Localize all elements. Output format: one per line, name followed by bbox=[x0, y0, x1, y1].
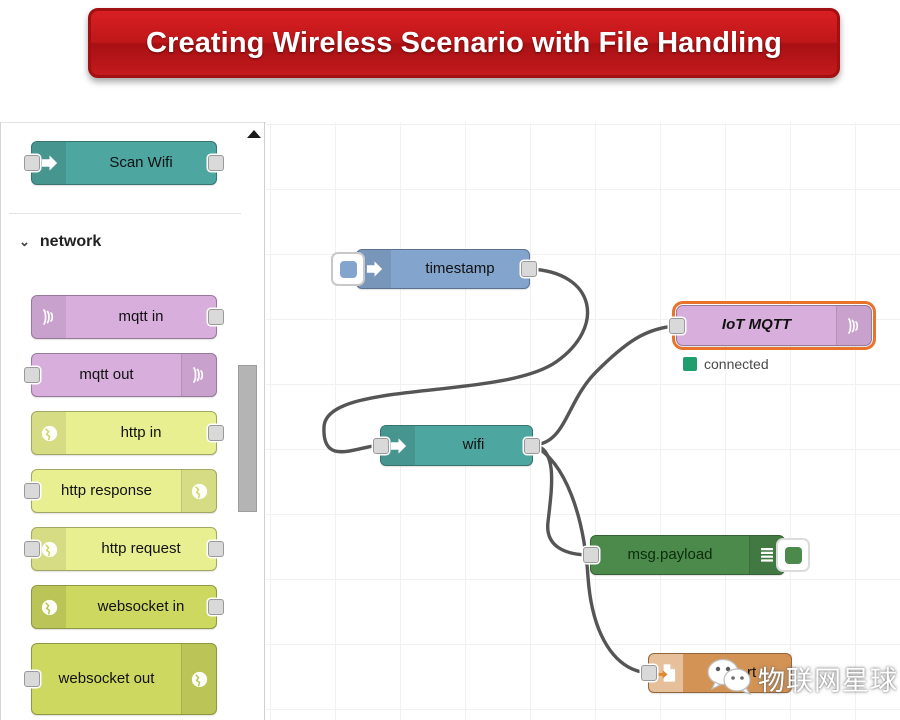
title-banner: Creating Wireless Scenario with File Han… bbox=[88, 8, 840, 78]
wifi-wave-icon bbox=[181, 354, 216, 396]
palette-node-label: websocket out bbox=[58, 669, 155, 687]
flow-node-export-file[interactable]: e:\...rt bbox=[641, 653, 792, 693]
status-label: connected bbox=[704, 356, 769, 372]
status-badge bbox=[683, 357, 697, 371]
palette-node-websocket-out[interactable]: websocket out bbox=[24, 643, 217, 715]
globe-icon bbox=[32, 412, 66, 454]
node-input-port[interactable] bbox=[24, 367, 40, 383]
node-output-port[interactable] bbox=[524, 437, 540, 454]
node-output-port[interactable] bbox=[208, 425, 224, 441]
chevron-down-icon: ⌄ bbox=[19, 233, 30, 249]
wire-wifi-to-iot-mqtt bbox=[531, 324, 678, 447]
flow-node-wifi[interactable]: wifi bbox=[373, 425, 540, 466]
scroll-up-arrow-icon[interactable] bbox=[247, 130, 261, 138]
title-banner-plate: Creating Wireless Scenario with File Han… bbox=[88, 8, 840, 78]
node-input-port[interactable] bbox=[669, 317, 685, 334]
palette-node-label: mqtt in bbox=[118, 307, 164, 325]
screenshot-root: Creating Wireless Scenario with File Han… bbox=[0, 0, 900, 720]
node-output-port[interactable] bbox=[208, 541, 224, 557]
palette-node-http-in[interactable]: http in bbox=[31, 411, 224, 455]
palette-node-mqtt-in[interactable]: mqtt in bbox=[31, 295, 224, 339]
flow-node-timestamp[interactable]: timestamp bbox=[331, 249, 537, 289]
debug-toggle-button[interactable] bbox=[776, 538, 810, 572]
flow-node-msg-payload[interactable]: msg.payload bbox=[583, 535, 810, 575]
wire-layer bbox=[322, 267, 678, 675]
wire-wifi-to-msg-payload bbox=[531, 443, 592, 557]
palette-node-http-response[interactable]: http response bbox=[24, 469, 217, 513]
wifi-wave-icon bbox=[836, 306, 871, 345]
inject-button-swatch bbox=[339, 260, 357, 278]
palette-node-label: websocket in bbox=[97, 597, 185, 615]
node-output-port[interactable] bbox=[208, 155, 224, 171]
palette-node-scan-wifi[interactable]: Scan Wifi bbox=[24, 141, 224, 185]
palette-scrollbar-thumb[interactable] bbox=[238, 365, 257, 512]
palette-node-label: mqtt out bbox=[79, 365, 134, 383]
flow-canvas[interactable]: timestamp wifi IoT MQTT connected msg.pa… bbox=[266, 122, 900, 720]
palette-node-label: http request bbox=[101, 539, 181, 557]
node-input-port[interactable] bbox=[373, 437, 389, 454]
palette-node-websocket-in[interactable]: websocket in bbox=[31, 585, 224, 629]
inject-trigger-button[interactable] bbox=[331, 252, 365, 286]
flow-node-iot-mqtt[interactable]: IoT MQTT bbox=[669, 301, 876, 350]
wifi-wave-icon bbox=[32, 296, 66, 338]
palette-node-label: Scan Wifi bbox=[109, 153, 173, 171]
node-input-port[interactable] bbox=[583, 547, 599, 563]
node-output-port[interactable] bbox=[521, 261, 537, 277]
palette-node-label: http in bbox=[120, 423, 162, 441]
node-input-port[interactable] bbox=[24, 155, 40, 171]
node-palette[interactable]: Scan Wifi ⌄ network mqtt in mqtt out htt… bbox=[0, 122, 267, 720]
palette-node-http-request[interactable]: http request bbox=[24, 527, 224, 571]
flow-node-label: e:\...rt bbox=[717, 663, 757, 681]
flow-node-label: wifi bbox=[462, 436, 485, 454]
palette-scroll-content: Scan Wifi ⌄ network mqtt in mqtt out htt… bbox=[1, 123, 249, 720]
palette-edge bbox=[264, 122, 265, 720]
palette-node-mqtt-out[interactable]: mqtt out bbox=[24, 353, 217, 397]
node-output-port[interactable] bbox=[208, 309, 224, 325]
globe-icon bbox=[32, 586, 66, 628]
flow-node-label: timestamp bbox=[425, 259, 495, 277]
palette-divider bbox=[9, 213, 241, 214]
debug-button-swatch bbox=[784, 546, 802, 564]
node-input-port[interactable] bbox=[24, 671, 40, 687]
flow-node-label: msg.payload bbox=[627, 545, 713, 563]
palette-category-network[interactable]: ⌄ network bbox=[19, 233, 101, 251]
flow-node-label: IoT MQTT bbox=[721, 316, 792, 334]
globe-icon bbox=[181, 644, 216, 714]
page-title: Creating Wireless Scenario with File Han… bbox=[146, 26, 782, 59]
node-input-port[interactable] bbox=[24, 541, 40, 557]
flow-node-status-iot-mqtt: connected bbox=[683, 356, 769, 372]
node-input-port[interactable] bbox=[641, 665, 657, 681]
node-input-port[interactable] bbox=[24, 483, 40, 499]
node-output-port[interactable] bbox=[208, 599, 224, 615]
palette-node-label: http response bbox=[61, 481, 152, 499]
globe-icon bbox=[181, 470, 216, 512]
palette-category-label: network bbox=[39, 233, 102, 250]
